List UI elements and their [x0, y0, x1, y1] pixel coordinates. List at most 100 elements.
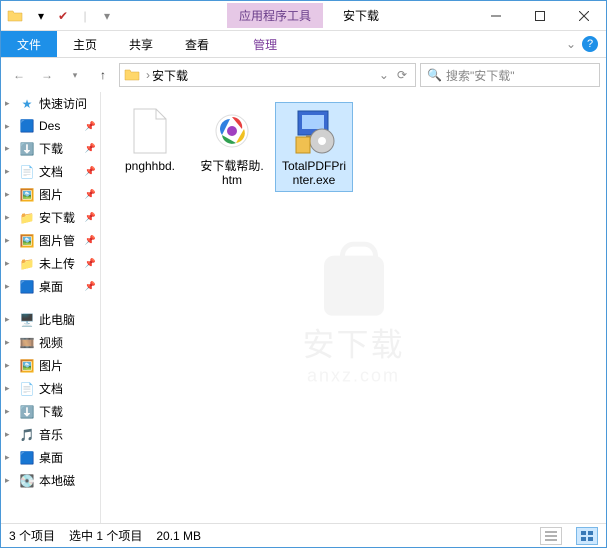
qat-btn[interactable]: ▾: [31, 6, 51, 26]
sidebar-item[interactable]: ▸📁未上传📌: [1, 252, 100, 275]
chevron-right-icon: ▸: [5, 258, 15, 269]
help-icon[interactable]: ?: [582, 36, 598, 52]
item-icon: 💽: [19, 473, 35, 489]
pin-icon: 📌: [85, 212, 96, 223]
status-size: 20.1 MB: [156, 529, 201, 543]
view-icons-button[interactable]: [576, 527, 598, 545]
item-icon: 🖼️: [19, 187, 35, 203]
sidebar-item[interactable]: ▸ 🖼️图片 📌: [1, 183, 100, 206]
maximize-button[interactable]: [518, 1, 562, 31]
chevron-right-icon: ▸: [5, 337, 15, 348]
breadcrumb[interactable]: › 安下载 ⌄ ⟳: [119, 63, 416, 87]
sidebar-item-label: 下载: [39, 140, 63, 157]
tab-share[interactable]: 共享: [113, 31, 169, 57]
file-label: 安下载帮助.htm: [198, 159, 266, 187]
pin-icon: 📌: [85, 281, 96, 292]
chevron-right-icon: ▸: [5, 212, 15, 223]
chevron-right-icon: ▸: [5, 143, 15, 154]
sidebar-item[interactable]: ▸🖼️图片管📌: [1, 229, 100, 252]
sidebar-quick-access[interactable]: ▸ ★ 快速访问: [1, 92, 100, 115]
chevron-right-icon: ▸: [5, 281, 15, 292]
pc-icon: 🖥️: [19, 312, 35, 328]
pin-icon: 📌: [85, 189, 96, 200]
sidebar-this-pc[interactable]: ▸ 🖥️ 此电脑: [1, 308, 100, 331]
chevron-right-icon: ▸: [5, 314, 15, 325]
tab-view[interactable]: 查看: [169, 31, 225, 57]
sidebar-label: 此电脑: [39, 311, 75, 328]
sidebar-item-label: 安下载: [39, 209, 75, 226]
refresh-icon[interactable]: ⟳: [393, 68, 411, 82]
file-item[interactable]: 安下载帮助.htm: [193, 102, 271, 192]
item-icon: 🎞️: [19, 335, 35, 351]
sidebar-item[interactable]: ▸🖼️图片: [1, 354, 100, 377]
chevron-right-icon: ▸: [5, 429, 15, 440]
sidebar-item-label: 文档: [39, 163, 63, 180]
sidebar-item[interactable]: ▸🟦Des📌: [1, 115, 100, 137]
view-details-button[interactable]: [540, 527, 562, 545]
quick-access-toolbar: ▾ ✔ | ▾: [31, 6, 117, 26]
ribbon-expand-icon[interactable]: ⌄: [566, 37, 576, 51]
search-placeholder: 搜索"安下载": [446, 67, 515, 84]
titlebar: ▾ ✔ | ▾ 应用程序工具 安下载: [1, 1, 606, 31]
up-button[interactable]: ↑: [91, 63, 115, 87]
chevron-right-icon: ▸: [5, 98, 15, 109]
sidebar-item[interactable]: ▸ 📁安下载 📌: [1, 206, 100, 229]
address-dropdown-icon[interactable]: ⌄: [375, 68, 393, 82]
sidebar-label: 快速访问: [39, 95, 87, 112]
status-item-count: 3 个项目: [9, 527, 55, 544]
file-label: pnghhbd.: [125, 159, 175, 173]
file-label: TotalPDFPrinter.exe: [280, 159, 348, 187]
item-icon: 🟦: [19, 450, 35, 466]
sidebar-item[interactable]: ▸🎵音乐: [1, 423, 100, 446]
qat-check[interactable]: ✔: [53, 6, 73, 26]
chevron-right-icon: ›: [146, 68, 150, 82]
sidebar-item[interactable]: ▸📄文档📌: [1, 160, 100, 183]
folder-icon: [7, 8, 23, 24]
search-input[interactable]: 🔍 搜索"安下载": [420, 63, 600, 87]
folder-icon: [124, 67, 140, 83]
sidebar-item[interactable]: ▸ 🟦桌面 📌: [1, 275, 100, 298]
item-icon: 🟦: [19, 279, 35, 295]
sidebar-item-label: 音乐: [39, 426, 63, 443]
status-bar: 3 个项目 选中 1 个项目 20.1 MB: [1, 523, 606, 547]
forward-button[interactable]: →: [35, 63, 59, 87]
file-list[interactable]: 安下载 anxz.com pnghhbd.安下载帮助.htmTotalPDFPr…: [101, 92, 606, 523]
breadcrumb-current[interactable]: 安下载: [152, 67, 375, 84]
tab-manage[interactable]: 管理: [237, 31, 293, 57]
item-icon: 📄: [19, 381, 35, 397]
tab-file[interactable]: 文件: [1, 31, 57, 57]
qat-dropdown[interactable]: ▾: [97, 6, 117, 26]
qat-divider: |: [75, 6, 95, 26]
minimize-button[interactable]: [474, 1, 518, 31]
item-icon: 📁: [19, 256, 35, 272]
sidebar-item-label: 图片: [39, 186, 63, 203]
item-icon: 🖼️: [19, 358, 35, 374]
window-title: 安下载: [343, 7, 474, 24]
sidebar-item[interactable]: ▸🟦桌面: [1, 446, 100, 469]
back-button[interactable]: ←: [7, 63, 31, 87]
recent-dropdown[interactable]: ▾: [63, 63, 87, 87]
chevron-right-icon: ▸: [5, 383, 15, 394]
sidebar-item[interactable]: ▸💽本地磁: [1, 469, 100, 492]
sidebar-item-label: 未上传: [39, 255, 75, 272]
context-tab-label: 应用程序工具: [227, 3, 323, 28]
chevron-right-icon: ▸: [5, 475, 15, 486]
file-thumb: [126, 107, 174, 155]
sidebar-item-label: 桌面: [39, 278, 63, 295]
chevron-right-icon: ▸: [5, 189, 15, 200]
sidebar-item[interactable]: ▸🎞️视频: [1, 331, 100, 354]
file-thumb: [290, 107, 338, 155]
sidebar-item[interactable]: ▸📄文档: [1, 377, 100, 400]
sidebar-item-label: 桌面: [39, 449, 63, 466]
close-button[interactable]: [562, 1, 606, 31]
item-icon: 📁: [19, 210, 35, 226]
file-item[interactable]: pnghhbd.: [111, 102, 189, 192]
chevron-right-icon: ▸: [5, 235, 15, 246]
sidebar-item[interactable]: ▸⬇️下载: [1, 400, 100, 423]
tab-home[interactable]: 主页: [57, 31, 113, 57]
sidebar-item[interactable]: ▸⬇️下载📌: [1, 137, 100, 160]
item-icon: 🟦: [19, 118, 35, 134]
file-item[interactable]: TotalPDFPrinter.exe: [275, 102, 353, 192]
item-icon: 📄: [19, 164, 35, 180]
sidebar-item-label: Des: [39, 119, 60, 133]
